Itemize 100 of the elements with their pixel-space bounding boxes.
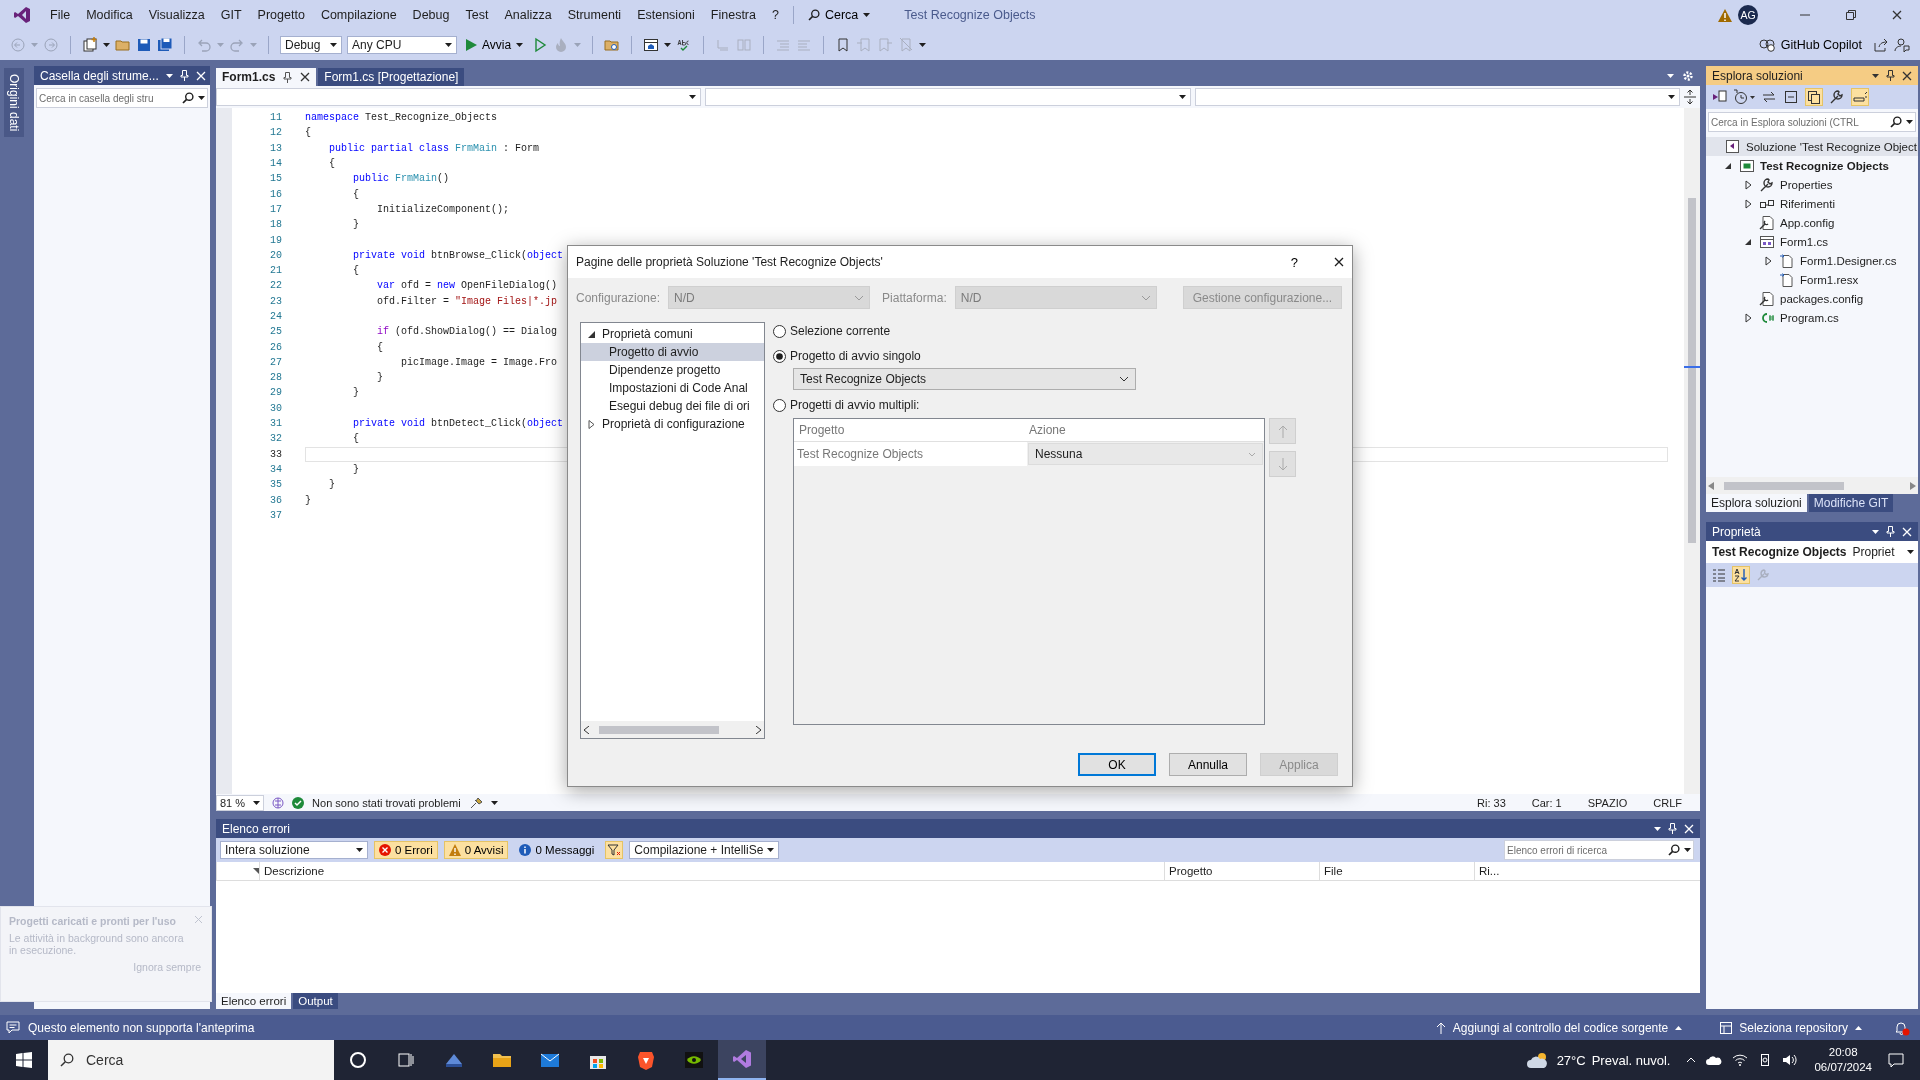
- dialog-button[interactable]: OK: [1078, 753, 1156, 776]
- tree-item[interactable]: Riferimenti: [1706, 194, 1918, 213]
- weather-forecast[interactable]: Preval. nuvol.: [1591, 1052, 1671, 1068]
- document-tab[interactable]: Form1.cs [Progettazione]: [318, 68, 465, 86]
- document-tab[interactable]: Form1.cs: [216, 68, 317, 86]
- search-input[interactable]: Cerca in casella degli stru: [37, 92, 180, 104]
- column-indicator[interactable]: Car: 1: [1531, 796, 1562, 809]
- tree-item[interactable]: Form1.Designer.cs: [1706, 251, 1918, 270]
- filter-toggle[interactable]: 0 Errori: [374, 841, 438, 859]
- save-all-icon[interactable]: [157, 37, 173, 53]
- issues-status[interactable]: Non sono stati trovati problemi: [312, 796, 461, 809]
- tree-item[interactable]: Proprietà comuni: [581, 325, 764, 343]
- filter-toggle[interactable]: 0 Avvisi: [443, 841, 509, 859]
- menu-item[interactable]: Finestra: [702, 4, 764, 26]
- sort-icon[interactable]: [253, 868, 259, 874]
- tree-item[interactable]: Form1.cs: [1706, 232, 1918, 251]
- tree-item[interactable]: App.config: [1706, 213, 1918, 232]
- search-input[interactable]: Elenco errori di ricerca: [1505, 844, 1666, 856]
- bell-icon[interactable]: [1894, 1019, 1910, 1036]
- search-field[interactable]: Elenco errori di ricerca: [1504, 840, 1694, 860]
- radio-option[interactable]: Progetti di avvio multipli:: [773, 396, 1340, 414]
- tree-item[interactable]: Esegui debug dei file di ori: [581, 397, 764, 415]
- repository-button[interactable]: Seleziona repository: [1714, 1019, 1868, 1036]
- search-field[interactable]: Cerca in Esplora soluzioni (CTRL: [1708, 112, 1916, 132]
- caret-icon[interactable]: [1872, 73, 1879, 78]
- window-layout-icon[interactable]: [643, 37, 660, 53]
- menu-item[interactable]: GIT: [212, 4, 250, 26]
- source-dropdown[interactable]: Compilazione + IntelliSe: [629, 841, 780, 859]
- folder-search-icon[interactable]: [604, 37, 621, 53]
- close-icon[interactable]: [1334, 257, 1344, 267]
- panel-tab[interactable]: Modifiche GIT: [1808, 494, 1894, 512]
- check-circle-icon[interactable]: [292, 796, 305, 809]
- menu-item[interactable]: Estensioni: [629, 4, 703, 26]
- account-avatar[interactable]: AG: [1738, 5, 1758, 25]
- clock-date[interactable]: 06/07/2024: [1814, 1060, 1872, 1075]
- help-button[interactable]: ?: [1282, 254, 1306, 270]
- expanded-arrow-icon[interactable]: [587, 329, 596, 339]
- vertical-scrollbar[interactable]: [1684, 108, 1700, 794]
- project-dropdown[interactable]: Test Recognize Objects: [793, 368, 1136, 390]
- search-menu-button[interactable]: Cerca: [799, 4, 879, 26]
- radio-option[interactable]: Progetto di avvio singolo: [773, 347, 1340, 365]
- filter-toggle[interactable]: 0 Messaggi: [514, 841, 600, 859]
- scroll-right-icon[interactable]: [756, 725, 762, 734]
- new-item-icon[interactable]: [82, 37, 98, 53]
- tree-item[interactable]: Soluzione 'Test Recognize Object: [1706, 137, 1918, 156]
- search-icon[interactable]: [1890, 116, 1902, 128]
- radio-option[interactable]: Selezione corrente: [773, 322, 1340, 340]
- chevron-up-icon[interactable]: [1686, 1057, 1697, 1063]
- tree-item[interactable]: Proprietà di configurazione: [581, 415, 764, 433]
- cortana-icon[interactable]: [347, 1049, 369, 1071]
- notification-icon[interactable]: [1888, 1052, 1904, 1068]
- configuration-dropdown[interactable]: Debug: [280, 36, 342, 54]
- warning-icon[interactable]: [1718, 8, 1732, 22]
- panel-tab[interactable]: Esplora soluzioni: [1706, 494, 1807, 512]
- alphabetical-icon[interactable]: [1732, 566, 1750, 584]
- column-header[interactable]: Progetto: [1164, 862, 1319, 880]
- tree-item[interactable]: Program.cs: [1706, 308, 1918, 327]
- line-ending-indicator[interactable]: CRLF: [1653, 796, 1682, 809]
- split-icon[interactable]: [1684, 90, 1696, 104]
- search-icon[interactable]: [1668, 844, 1680, 856]
- shield-icon[interactable]: [635, 1049, 657, 1071]
- wifi-icon[interactable]: [1732, 1054, 1749, 1066]
- search-input[interactable]: Cerca: [84, 1051, 322, 1069]
- menu-item[interactable]: Visualizza: [140, 4, 213, 26]
- action-dropdown[interactable]: Nessuna: [1028, 443, 1263, 465]
- whitespace-indicator[interactable]: SPAZIO: [1587, 796, 1628, 809]
- menu-item[interactable]: Compilazione: [312, 4, 405, 26]
- close-icon[interactable]: [300, 72, 311, 82]
- show-all-files-icon[interactable]: [1805, 88, 1823, 106]
- collapsed-arrow-icon[interactable]: [1742, 178, 1754, 191]
- panel-tab[interactable]: Output: [293, 993, 338, 1009]
- caret-icon[interactable]: [165, 73, 173, 78]
- scope-dropdown[interactable]: Intera soluzione: [220, 841, 368, 859]
- menu-item[interactable]: Debug: [404, 4, 458, 26]
- copilot-button[interactable]: GitHub Copilot: [1752, 37, 1868, 53]
- search-icon[interactable]: [182, 92, 194, 104]
- menu-item[interactable]: Test: [457, 4, 497, 26]
- tree-item[interactable]: Test Recognize Objects: [1706, 156, 1918, 175]
- column-header[interactable]: Ri...: [1474, 862, 1519, 880]
- tree-item[interactable]: Properties: [1706, 175, 1918, 194]
- history-icon[interactable]: [1733, 89, 1755, 105]
- horizontal-scrollbar[interactable]: [581, 721, 764, 738]
- tree-item[interactable]: Impostazioni di Code Anal: [581, 379, 764, 397]
- volume-icon[interactable]: [1782, 1053, 1799, 1067]
- zoom-dropdown[interactable]: 81 %: [216, 794, 265, 811]
- brush-icon[interactable]: [468, 796, 483, 809]
- collapsed-arrow-icon[interactable]: [1762, 254, 1774, 267]
- object-selector[interactable]: Test Recognize Objects Propriet: [1706, 541, 1918, 563]
- wrench-icon[interactable]: [1829, 89, 1845, 105]
- close-icon[interactable]: [1892, 10, 1902, 20]
- filter-icon[interactable]: [605, 841, 624, 859]
- switch-view-icon[interactable]: [1711, 89, 1727, 105]
- menu-item[interactable]: File: [42, 4, 79, 26]
- collapsed-arrow-icon[interactable]: [587, 419, 596, 429]
- menu-item[interactable]: ?: [764, 4, 787, 26]
- message-icon[interactable]: [6, 1021, 20, 1034]
- collapsed-arrow-icon[interactable]: [1742, 311, 1754, 324]
- cloud-icon[interactable]: [1706, 1055, 1723, 1065]
- tree-item[interactable]: Progetto di avvio: [581, 343, 764, 361]
- column-header[interactable]: Descrizione: [259, 862, 1164, 880]
